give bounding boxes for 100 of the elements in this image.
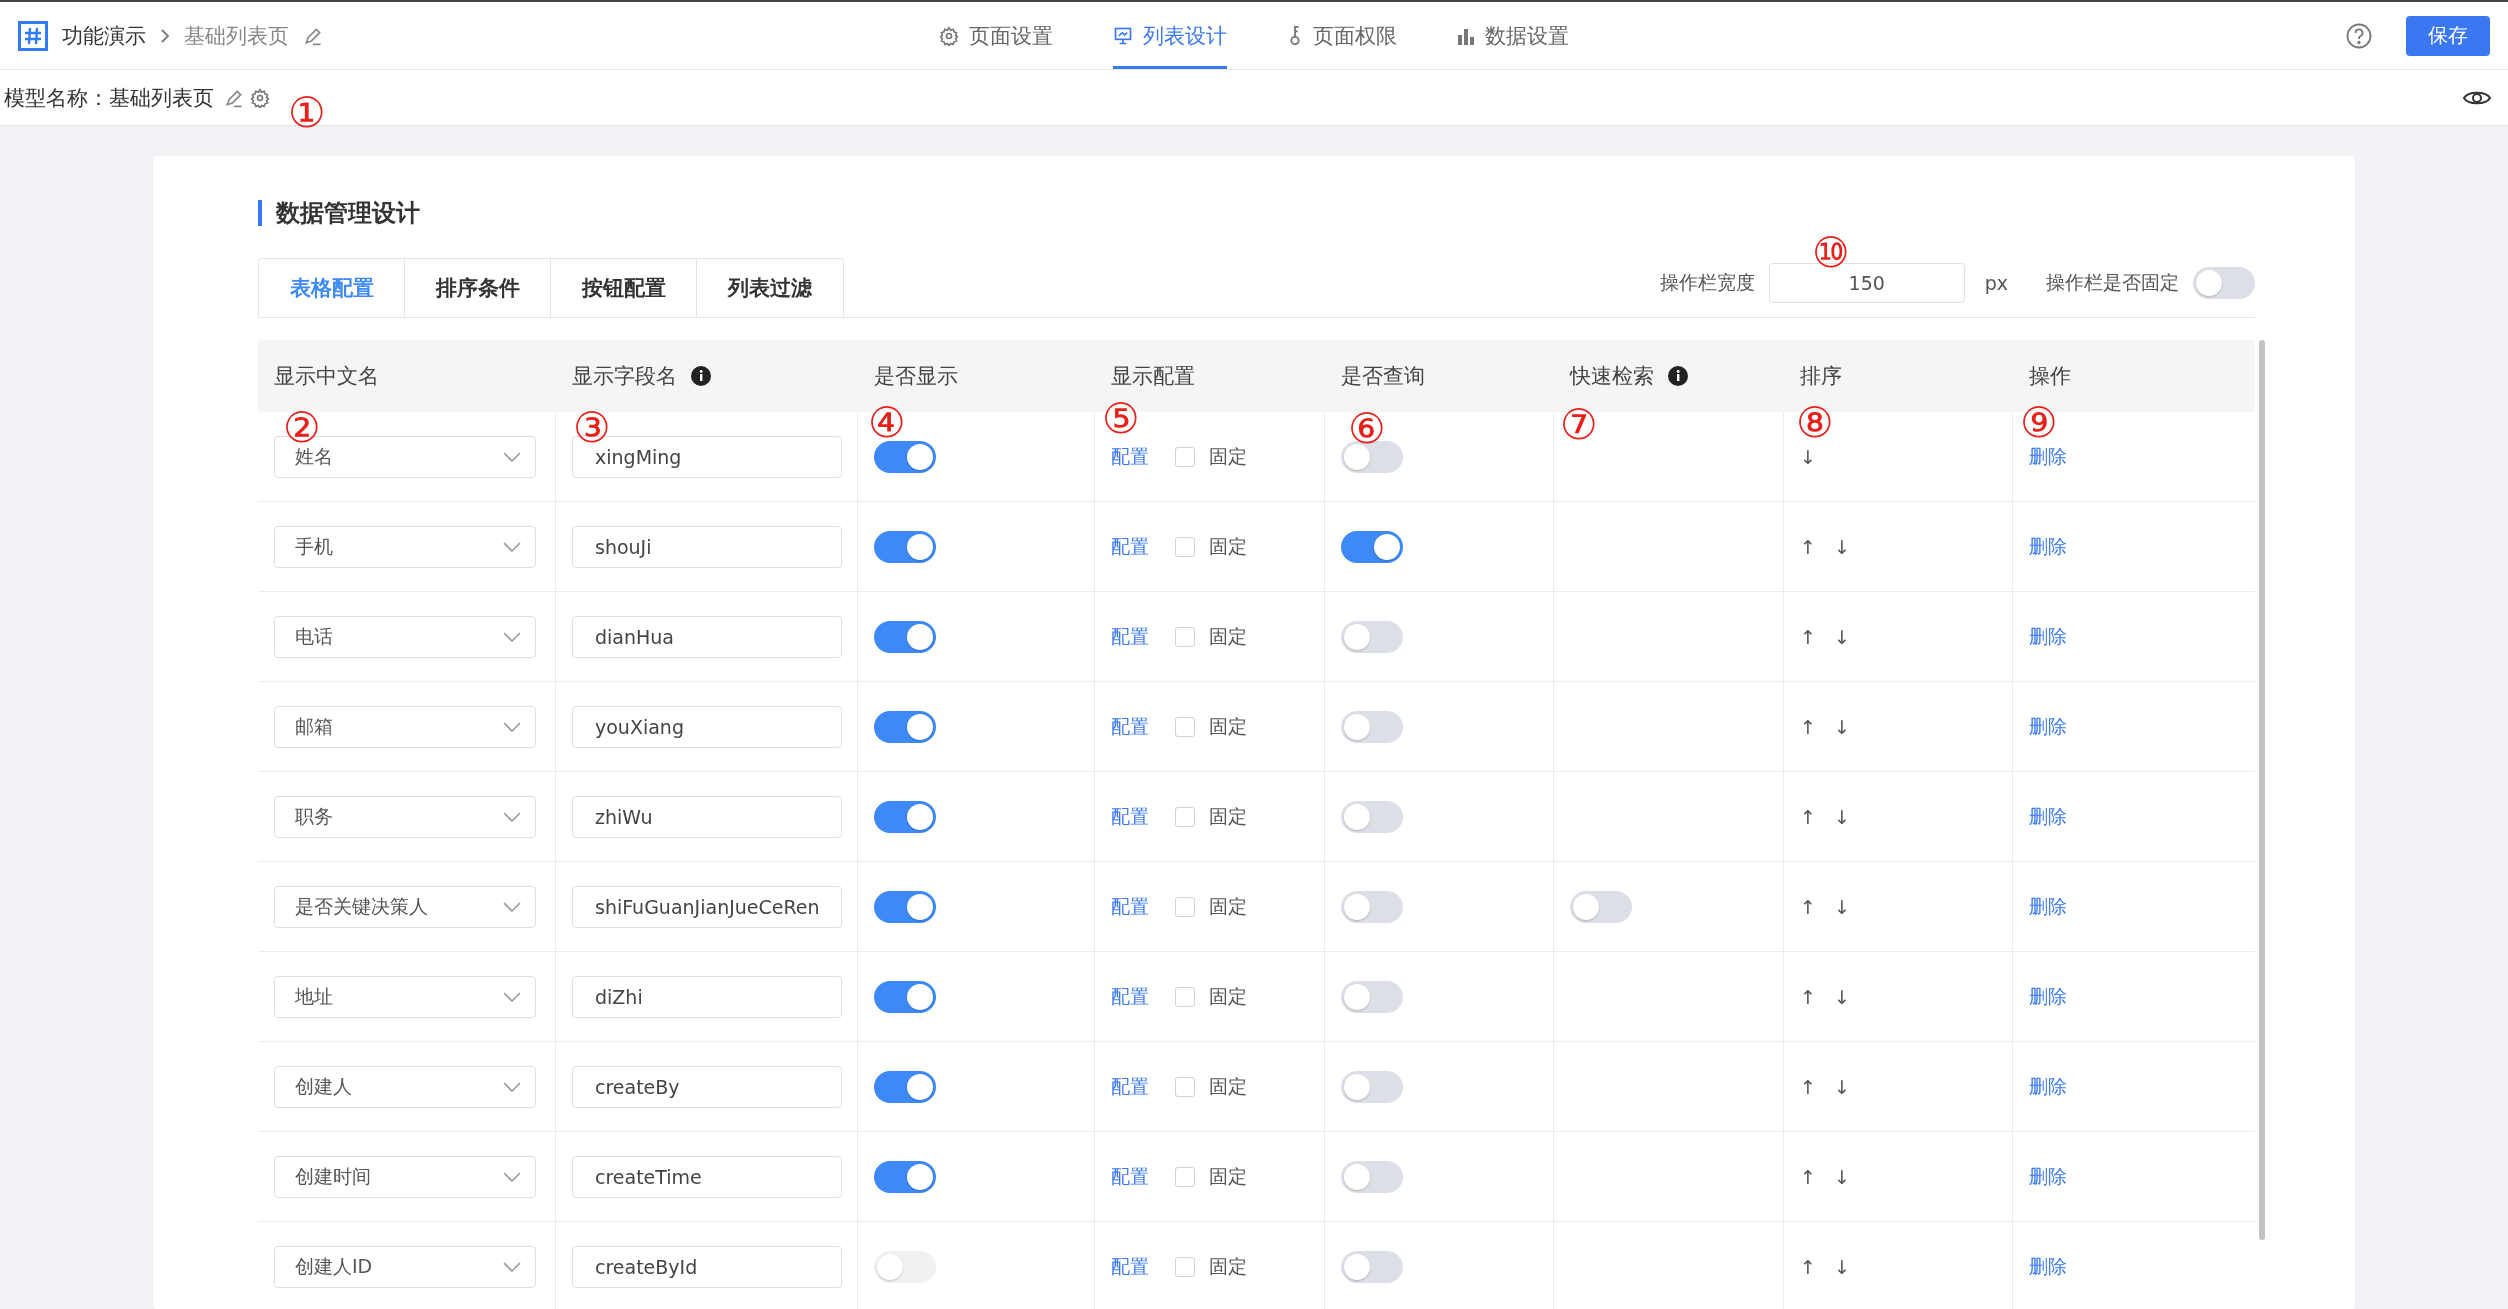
toggle-switch[interactable]	[1341, 710, 1403, 743]
sort-arrow[interactable]: ↓	[1833, 1165, 1850, 1188]
sort-arrow[interactable]: ↑	[1800, 535, 1816, 558]
sort-arrow[interactable]: ↑	[1800, 1255, 1816, 1278]
toggle-switch[interactable]	[874, 440, 936, 473]
field-name-input[interactable]: shouJi	[572, 525, 842, 568]
checkbox[interactable]	[1175, 896, 1195, 917]
field-name-input[interactable]: dianHua	[572, 615, 842, 658]
toggle-switch[interactable]	[2193, 266, 2255, 299]
name-select[interactable]: 电话	[274, 615, 536, 658]
nav-tab[interactable]: 页面权限	[1287, 2, 1397, 69]
scrollbar[interactable]	[2259, 340, 2265, 1240]
sort-arrow[interactable]: ↑	[1800, 625, 1816, 648]
sort-arrow[interactable]: ↑	[1800, 715, 1816, 738]
sort-arrow[interactable]: ↓	[1833, 895, 1850, 918]
toggle-switch[interactable]	[874, 530, 936, 563]
toggle-switch[interactable]	[874, 1160, 936, 1193]
toggle-switch[interactable]	[1341, 530, 1403, 563]
name-select[interactable]: 创建人ID	[274, 1245, 536, 1288]
config-link[interactable]: 配置	[1111, 623, 1149, 650]
sort-arrow[interactable]: ↓	[1833, 1255, 1850, 1278]
delete-link[interactable]: 删除	[2029, 623, 2067, 650]
delete-link[interactable]: 删除	[2029, 893, 2067, 920]
delete-link[interactable]: 删除	[2029, 1253, 2067, 1280]
toggle-switch[interactable]	[1341, 1070, 1403, 1103]
config-link[interactable]: 配置	[1111, 443, 1149, 470]
sort-arrow[interactable]: ↑	[1800, 805, 1816, 828]
config-link[interactable]: 配置	[1111, 803, 1149, 830]
config-link[interactable]: 配置	[1111, 1073, 1149, 1100]
field-name-input[interactable]: createBy	[572, 1065, 842, 1108]
name-select[interactable]: 是否关键决策人	[274, 885, 536, 928]
sort-arrow[interactable]: ↓	[1833, 625, 1850, 648]
delete-link[interactable]: 删除	[2029, 803, 2067, 830]
tab[interactable]: 排序条件	[405, 259, 551, 317]
checkbox[interactable]	[1175, 1166, 1195, 1187]
breadcrumb-item[interactable]: 功能演示	[62, 21, 146, 50]
name-select[interactable]: 邮箱	[274, 705, 536, 748]
sort-arrow[interactable]: ↑	[1800, 895, 1816, 918]
toggle-switch[interactable]	[1341, 980, 1403, 1013]
edit-icon[interactable]	[303, 25, 323, 46]
sort-arrow[interactable]: ↑	[1800, 1075, 1816, 1098]
delete-link[interactable]: 删除	[2029, 1163, 2067, 1190]
config-link[interactable]: 配置	[1111, 713, 1149, 740]
sort-arrow[interactable]: ↑	[1800, 1165, 1816, 1188]
checkbox[interactable]	[1175, 806, 1195, 827]
toggle-switch[interactable]	[874, 980, 936, 1013]
toggle-switch[interactable]	[874, 1070, 936, 1103]
config-link[interactable]: 配置	[1111, 983, 1149, 1010]
delete-link[interactable]: 删除	[2029, 533, 2067, 560]
checkbox[interactable]	[1175, 536, 1195, 557]
sort-arrow[interactable]: ↓	[1833, 715, 1850, 738]
toggle-switch[interactable]	[874, 800, 936, 833]
tab[interactable]: 列表过滤	[697, 259, 843, 317]
edit-icon[interactable]	[224, 87, 244, 108]
toggle-switch[interactable]	[874, 710, 936, 743]
toggle-switch[interactable]	[874, 890, 936, 923]
toggle-switch[interactable]	[1341, 800, 1403, 833]
sort-arrow[interactable]: ↓	[1833, 985, 1850, 1008]
help-icon[interactable]	[2346, 22, 2372, 49]
toggle-switch[interactable]	[1341, 1250, 1403, 1283]
app-logo[interactable]	[18, 20, 48, 51]
name-select[interactable]: 地址	[274, 975, 536, 1018]
field-name-input[interactable]: shiFuGuanJianJueCeRen	[572, 885, 842, 928]
delete-link[interactable]: 删除	[2029, 983, 2067, 1010]
sort-arrow[interactable]: ↑	[1800, 985, 1816, 1008]
toggle-switch[interactable]	[874, 620, 936, 653]
toggle-switch[interactable]	[1341, 620, 1403, 653]
name-select[interactable]: 职务	[274, 795, 536, 838]
toggle-switch[interactable]	[1341, 890, 1403, 923]
toggle-switch[interactable]	[1341, 1160, 1403, 1193]
name-select[interactable]: 创建人	[274, 1065, 536, 1108]
field-name-input[interactable]: diZhi	[572, 975, 842, 1018]
checkbox[interactable]	[1175, 1076, 1195, 1097]
save-button[interactable]: 保存	[2406, 15, 2490, 56]
delete-link[interactable]: 删除	[2029, 1073, 2067, 1100]
sort-arrow[interactable]: ↓	[1833, 805, 1850, 828]
field-name-input[interactable]: createTime	[572, 1155, 842, 1198]
field-name-input[interactable]: createById	[572, 1245, 842, 1288]
field-name-input[interactable]: youXiang	[572, 705, 842, 748]
delete-link[interactable]: 删除	[2029, 713, 2067, 740]
checkbox[interactable]	[1175, 626, 1195, 647]
delete-link[interactable]: 删除	[2029, 443, 2067, 470]
checkbox[interactable]	[1175, 716, 1195, 737]
config-link[interactable]: 配置	[1111, 1163, 1149, 1190]
config-link[interactable]: 配置	[1111, 893, 1149, 920]
name-select[interactable]: 创建时间	[274, 1155, 536, 1198]
tab[interactable]: 按钮配置	[551, 259, 697, 317]
checkbox[interactable]	[1175, 986, 1195, 1007]
config-link[interactable]: 配置	[1111, 533, 1149, 560]
nav-tab[interactable]: 页面设置	[939, 2, 1053, 69]
sort-arrow[interactable]: ↓	[1800, 445, 1816, 468]
checkbox[interactable]	[1175, 446, 1195, 467]
sort-arrow[interactable]: ↓	[1833, 535, 1850, 558]
sort-arrow[interactable]: ↓	[1833, 1075, 1850, 1098]
config-link[interactable]: 配置	[1111, 1253, 1149, 1280]
nav-tab[interactable]: 数据设置	[1457, 2, 1569, 69]
toggle-switch[interactable]	[1570, 890, 1632, 923]
field-name-input[interactable]: zhiWu	[572, 795, 842, 838]
checkbox[interactable]	[1175, 1256, 1195, 1277]
name-select[interactable]: 手机	[274, 525, 536, 568]
